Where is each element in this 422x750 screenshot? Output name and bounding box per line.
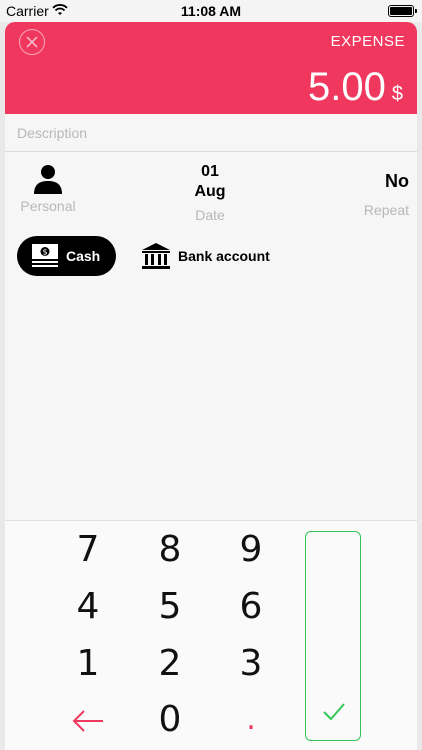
back-arrow-icon (72, 710, 103, 732)
amount-value: 5.00 (308, 65, 386, 109)
key-6[interactable]: 6 (221, 584, 281, 630)
key-decimal[interactable]: . (221, 697, 281, 743)
amount-display: 5.00 $ (308, 65, 403, 109)
close-button[interactable] (19, 29, 45, 55)
account-bank-label: Bank account (178, 248, 270, 264)
account-cash-button[interactable]: $ Cash (17, 236, 116, 276)
close-icon (26, 36, 38, 48)
repeat-label: Repeat (363, 202, 409, 218)
key-3[interactable]: 3 (221, 641, 281, 687)
key-8[interactable]: 8 (140, 527, 200, 573)
account-cash-label: Cash (66, 248, 101, 264)
battery-icon (388, 5, 417, 17)
key-2[interactable]: 2 (140, 641, 200, 687)
key-9[interactable]: 9 (221, 527, 281, 573)
key-7[interactable]: 7 (58, 527, 118, 573)
date-month: Aug (194, 183, 226, 200)
date-label: Date (195, 207, 225, 223)
cash-icon: $ (32, 244, 58, 267)
status-bar: Carrier 11:08 AM (0, 0, 422, 22)
account-bank-button[interactable]: Bank account (141, 236, 270, 276)
numeric-keypad: 7 8 9 4 5 6 1 2 3 0 . (5, 520, 417, 750)
description-input[interactable] (17, 122, 397, 144)
clock: 11:08 AM (180, 3, 242, 19)
repeat-selector[interactable]: No Repeat (353, 170, 409, 218)
confirm-button[interactable] (305, 531, 361, 741)
transaction-type-toggle[interactable]: EXPENSE (331, 33, 405, 50)
key-1[interactable]: 1 (58, 641, 118, 687)
key-0[interactable]: 0 (140, 697, 200, 743)
key-4[interactable]: 4 (58, 584, 118, 630)
key-5[interactable]: 5 (140, 584, 200, 630)
category-label: Personal (20, 198, 76, 214)
person-icon (34, 165, 62, 194)
svg-text:$: $ (42, 248, 47, 257)
category-selector[interactable]: Personal (17, 162, 79, 214)
bank-icon (142, 243, 170, 269)
date-selector[interactable]: 01 Aug Date (180, 162, 240, 223)
amount-header: EXPENSE 5.00 $ (5, 22, 417, 114)
expense-card: EXPENSE 5.00 $ Personal 01 Aug Date No R… (5, 22, 417, 750)
description-row (5, 114, 417, 152)
backspace-button[interactable] (58, 697, 118, 743)
repeat-value: No (385, 171, 409, 191)
checkmark-icon (323, 703, 345, 721)
date-day: 01 (201, 163, 219, 180)
currency-symbol[interactable]: $ (392, 83, 403, 106)
